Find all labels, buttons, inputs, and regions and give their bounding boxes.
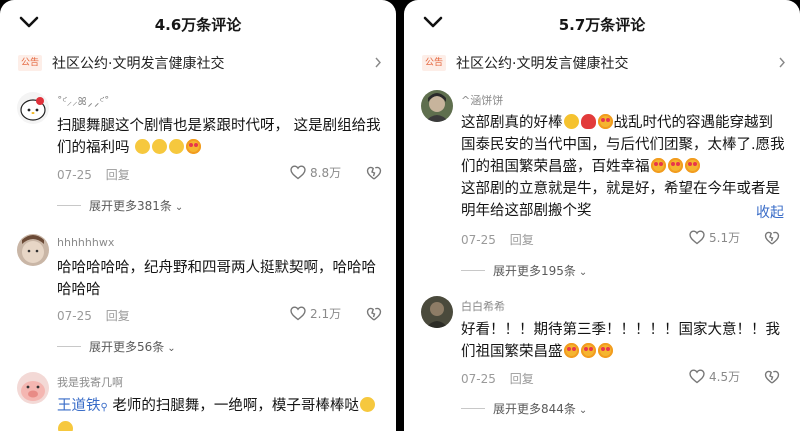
- chevron-down-icon: ⌄: [578, 267, 588, 278]
- relieved-emoji-icon: [169, 139, 185, 154]
- comment-item: ˚ᶜ͘⸝⸝ꕤ⸝⸝ᶜ͘˚ 扫腿舞腿这个剧情也是紧跟时代呀， 这是剧组给我们的福利吗…: [0, 92, 396, 218]
- chevron-down-icon: ⌄: [578, 405, 588, 416]
- comments-header: 5.7万条评论: [404, 0, 800, 46]
- comment-text: 哈哈哈哈哈，纪舟野和四哥两人挺默契啊，哈哈哈哈哈哈: [57, 260, 376, 298]
- comment-body: 这部剧的立意就是牛，就是好，希望在今年或者是明年给这部剧搬个奖: [461, 181, 780, 219]
- heart-eyes-emoji-icon: [597, 114, 613, 129]
- expand-replies-button[interactable]: 展开更多381条 ⌄: [57, 197, 183, 214]
- comment-text: 扫腿舞腿这个剧情也是紧跟时代呀， 这是剧组给我们的福利吗: [57, 115, 382, 159]
- heart-icon: [290, 165, 306, 180]
- comment-text: 这部剧真的好棒 战乱时代的容遇能穿越到国泰民安的当代中国，与后代们团聚，太棒了.愿…: [461, 112, 786, 222]
- comment-item: 我是我寄几啊 王道铁⚲ 老师的扫腿舞，一绝啊，模子哥棒棒哒: [0, 372, 396, 431]
- expand-label: 展开更多381条: [89, 199, 172, 213]
- like-count: 8.8万: [310, 166, 342, 180]
- heart-eyes-emoji-icon: [597, 343, 613, 358]
- comments-panel-right: 5.7万条评论 公告 社区公约·文明发言健康社交 ^涵饼饼 这部剧真的好棒 战乱时…: [404, 0, 800, 431]
- comments-count-title: 5.7万条评论: [558, 16, 646, 34]
- avatar[interactable]: [17, 372, 49, 404]
- comment-meta: 07-25 回复: [57, 307, 130, 324]
- heart-icon: [290, 306, 306, 321]
- reply-button[interactable]: 回复: [510, 372, 534, 386]
- reply-button[interactable]: 回复: [106, 309, 130, 323]
- notice-text: 社区公约·文明发言健康社交: [456, 56, 629, 72]
- comment-date: 07-25: [57, 309, 92, 323]
- comment-item: ^涵饼饼 这部剧真的好棒 战乱时代的容遇能穿越到国泰民安的当代中国，与后代们团聚，…: [404, 90, 800, 286]
- heart-eyes-emoji-icon: [684, 158, 700, 173]
- heart-icon: [689, 369, 705, 384]
- laughing-emoji-icon: [58, 421, 73, 431]
- expand-label: 展开更多844条: [493, 402, 576, 416]
- expand-replies-button[interactable]: 展开更多195条 ⌄: [461, 262, 587, 279]
- comment-body: 扫腿舞腿这个剧情也是紧跟时代呀， 这是剧组给我们的福利吗: [57, 118, 381, 156]
- expand-replies-button[interactable]: 展开更多56条 ⌄: [57, 338, 176, 355]
- comment-date: 07-25: [461, 233, 496, 247]
- avatar[interactable]: [17, 234, 49, 266]
- heart-eyes-emoji-icon: [563, 343, 579, 358]
- search-icon: ⚲: [100, 402, 108, 413]
- community-notice[interactable]: 公告 社区公约·文明发言健康社交: [0, 46, 396, 78]
- comments-panel-left: 4.6万条评论 公告 社区公约·文明发言健康社交 ˚ᶜ͘⸝⸝ꕤ⸝⸝ᶜ͘˚ 扫腿舞…: [0, 0, 396, 431]
- like-count: 5.1万: [709, 231, 741, 245]
- avatar[interactable]: [17, 92, 49, 124]
- heart-icon: [689, 230, 705, 245]
- like-button[interactable]: 4.5万: [689, 368, 740, 385]
- comment-meta: 07-25 回复: [461, 231, 534, 248]
- username[interactable]: hhhhhhwx: [57, 236, 114, 249]
- dislike-icon[interactable]: [764, 369, 780, 385]
- comment-meta: 07-25 回复: [57, 166, 130, 183]
- comment-body: 这部剧真的好棒: [461, 115, 563, 131]
- notice-tag: 公告: [422, 55, 447, 71]
- comment-body: 老师的扫腿舞，一绝啊，模子哥棒棒哒: [107, 398, 359, 414]
- comment-text: 好看！！！期待第三季！！！！！国家大意！！我们祖国繁荣昌盛: [461, 319, 786, 363]
- like-count: 4.5万: [709, 370, 741, 384]
- like-count: 2.1万: [310, 307, 342, 321]
- comment-date: 07-25: [461, 372, 496, 386]
- chevron-down-icon: ⌄: [174, 202, 184, 213]
- username[interactable]: 白白希希: [461, 298, 505, 314]
- username[interactable]: 我是我寄几啊: [57, 374, 123, 390]
- chevron-right-icon: [375, 57, 381, 68]
- heart-eyes-emoji-icon: [580, 343, 596, 358]
- yellow-heart-icon: [563, 114, 579, 129]
- comment-date: 07-25: [57, 168, 92, 182]
- community-notice[interactable]: 公告 社区公约·文明发言健康社交: [404, 46, 800, 78]
- avatar[interactable]: [421, 90, 453, 122]
- relieved-emoji-icon: [135, 139, 151, 154]
- reply-button[interactable]: 回复: [510, 233, 534, 247]
- expand-label: 展开更多56条: [89, 340, 165, 354]
- comments-header: 4.6万条评论: [0, 0, 396, 46]
- username[interactable]: ^涵饼饼: [461, 92, 503, 108]
- dislike-icon[interactable]: [764, 230, 780, 246]
- like-button[interactable]: 8.8万: [290, 164, 341, 181]
- expand-replies-button[interactable]: 展开更多844条 ⌄: [461, 400, 587, 417]
- chevron-down-icon: ⌄: [167, 343, 176, 354]
- dislike-icon[interactable]: [366, 165, 382, 181]
- comment-meta: 07-25 回复: [461, 370, 534, 387]
- like-button[interactable]: 5.1万: [689, 229, 740, 246]
- reply-button[interactable]: 回复: [106, 168, 130, 182]
- expand-label: 展开更多195条: [493, 264, 576, 278]
- mention-link[interactable]: 王道铁: [57, 398, 101, 414]
- relieved-emoji-icon: [152, 139, 168, 154]
- dislike-icon[interactable]: [366, 306, 382, 322]
- heart-eyes-emoji-icon: [667, 158, 683, 173]
- heart-eyes-emoji-icon: [186, 139, 202, 154]
- notice-text: 社区公约·文明发言健康社交: [52, 56, 225, 72]
- comment-item: 白白希希 好看！！！期待第三季！！！！！国家大意！！我们祖国繁荣昌盛 07-25…: [404, 296, 800, 426]
- heart-eyes-emoji-icon: [650, 158, 666, 173]
- comments-count-title: 4.6万条评论: [154, 16, 242, 34]
- comment-text: 王道铁⚲ 老师的扫腿舞，一绝啊，模子哥棒棒哒: [57, 395, 382, 431]
- comment-body: 好看！！！期待第三季！！！！！国家大意！！我们祖国繁荣昌盛: [461, 322, 780, 360]
- avatar[interactable]: [421, 296, 453, 328]
- like-button[interactable]: 2.1万: [290, 305, 341, 322]
- chevron-right-icon: [779, 57, 785, 68]
- laughing-emoji-icon: [359, 397, 375, 412]
- rose-icon: [580, 114, 596, 129]
- collapse-button[interactable]: 收起: [756, 202, 784, 222]
- notice-tag: 公告: [18, 55, 43, 71]
- comment-item: hhhhhhwx 哈哈哈哈哈，纪舟野和四哥两人挺默契啊，哈哈哈哈哈哈 07-25…: [0, 234, 396, 354]
- username[interactable]: ˚ᶜ͘⸝⸝ꕤ⸝⸝ᶜ͘˚: [57, 94, 110, 109]
